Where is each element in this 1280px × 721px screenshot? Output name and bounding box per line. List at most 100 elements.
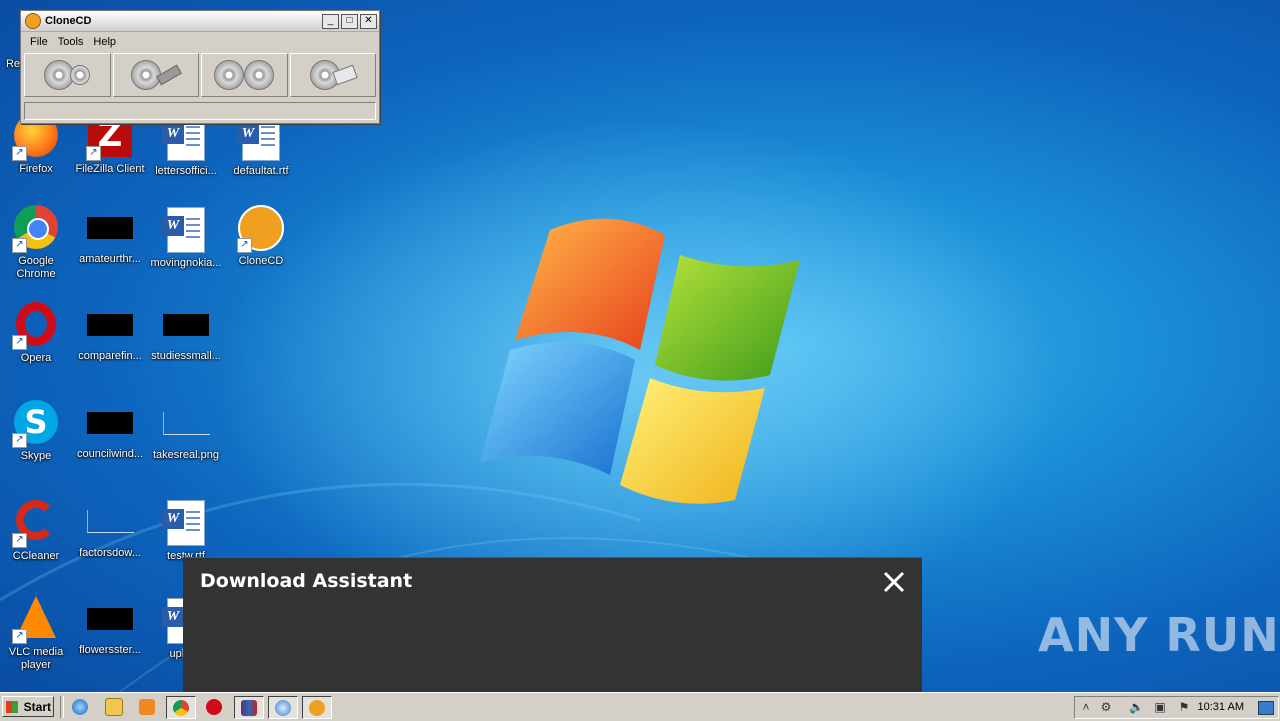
start-label: Start: [23, 700, 51, 714]
desktop-icon-label: Opera: [20, 352, 52, 364]
desktop-icon[interactable]: takesreal.png: [149, 400, 223, 462]
desktop-icon-label: defaultat.rtf: [233, 165, 289, 177]
clonecd-icon: [309, 699, 325, 716]
network-icon[interactable]: ▣: [1153, 700, 1167, 714]
system-tray: ˄ ⚙ 🔈 ▣ ⚑ 10:31 AM: [1074, 696, 1279, 719]
menu-help[interactable]: Help: [88, 36, 121, 48]
desktop-icon-label: comparefin...: [78, 350, 142, 362]
desktop-icon[interactable]: ↗ CloneCD: [224, 205, 298, 268]
shortcut-arrow-icon: ↗: [12, 335, 27, 350]
clonecd-toolbar: [21, 51, 379, 99]
redacted-thumbnail: [87, 314, 133, 336]
shortcut-arrow-icon: ↗: [237, 238, 252, 253]
desktop-icon[interactable]: ↗ CCleaner: [0, 498, 73, 563]
shortcut-arrow-icon: ↗: [12, 533, 27, 548]
desktop-icon[interactable]: ↗ Google Chrome: [0, 205, 73, 281]
desktop-icon-label: FileZilla Client: [75, 163, 145, 175]
minimize-button[interactable]: _: [322, 13, 339, 29]
shortcut-arrow-icon: ↗: [12, 238, 27, 253]
desktop-icon[interactable]: Wmovingnokia...: [149, 205, 223, 270]
menu-file[interactable]: File: [25, 36, 53, 48]
close-icon[interactable]: [882, 570, 906, 594]
taskbar-media-player[interactable]: [133, 696, 161, 717]
desktop-icon-label: CloneCD: [238, 255, 284, 267]
taskbar-opera[interactable]: [200, 696, 228, 717]
write-cd-button[interactable]: [112, 53, 199, 97]
desktop-icon-label: movingnokia...: [150, 257, 222, 269]
chrome-icon: ↗: [12, 205, 60, 253]
anyrun-watermark: ANY RUN: [1038, 608, 1280, 662]
shortcut-arrow-icon: ↗: [86, 146, 101, 161]
desktop-icon[interactable]: Wtestw.rtf: [149, 498, 223, 563]
action-center-flag-icon[interactable]: ⚑: [1177, 700, 1191, 714]
blank-file-icon: [86, 510, 134, 533]
taskbar-chrome[interactable]: [166, 696, 196, 719]
ccleaner-icon: ↗: [12, 500, 60, 548]
desktop-icon[interactable]: amateurthr...: [73, 205, 147, 266]
desktop-icon-label: factorsdow...: [79, 547, 141, 559]
show-desktop-icon[interactable]: [1258, 701, 1274, 715]
windows-logo: [480, 218, 800, 504]
taskbar-ie[interactable]: [66, 696, 94, 717]
word-document-icon: W: [162, 500, 210, 548]
start-button[interactable]: Start: [2, 696, 54, 717]
desktop-icon-label: takesreal.png: [152, 449, 220, 461]
desktop-icon[interactable]: ↗ Opera: [0, 302, 73, 365]
taskbar-winrar[interactable]: [234, 696, 264, 719]
blank-file-icon: [162, 412, 210, 435]
desktop-icon[interactable]: flowersster...: [73, 596, 147, 657]
desktop-partial-icon[interactable]: Re: [0, 58, 20, 71]
read-cd-button[interactable]: [24, 53, 111, 97]
desktop-icon-label: VLC media player: [8, 646, 64, 671]
maximize-button[interactable]: □: [341, 13, 358, 29]
desktop-icon[interactable]: ↗ VLC media player: [0, 596, 73, 672]
tray-app-icon[interactable]: ⚙: [1099, 700, 1113, 714]
desktop-icon-label: Skype: [20, 450, 52, 462]
clonecd-window[interactable]: CloneCD _ □ ✕ File Tools Help: [20, 10, 380, 124]
taskbar-explorer[interactable]: [100, 696, 128, 717]
desktop-icon[interactable]: councilwind...: [73, 400, 147, 461]
itunes-icon: [275, 699, 291, 716]
shortcut-arrow-icon: ↗: [12, 433, 27, 448]
desktop-icon[interactable]: studiessmall...: [149, 302, 223, 363]
redacted-thumbnail: [87, 608, 133, 630]
clonecd-menubar: File Tools Help: [21, 32, 379, 51]
opera-icon: ↗: [12, 302, 60, 350]
desktop-icon-label: lettersoffici...: [155, 165, 217, 177]
desktop-icon-label: CCleaner: [12, 550, 60, 562]
menu-tools[interactable]: Tools: [53, 36, 89, 48]
taskbar-clonecd[interactable]: [302, 696, 332, 719]
clonecd-titlebar[interactable]: CloneCD _ □ ✕: [21, 11, 379, 32]
redacted-thumbnail: [163, 314, 209, 336]
taskbar-separator: [60, 696, 64, 718]
disc-icon: [244, 60, 275, 90]
desktop-icon[interactable]: S ↗ Skype: [0, 400, 73, 463]
clonecd-statusbar: [24, 102, 376, 120]
desktop-icon-label: studiessmall...: [151, 350, 221, 362]
desktop-icon-label: flowersster...: [79, 644, 141, 656]
partial-label: Re: [5, 58, 20, 70]
close-button[interactable]: ✕: [360, 13, 377, 29]
copy-cd-button[interactable]: [201, 53, 288, 97]
explorer-icon: [105, 697, 123, 716]
desktop-icon[interactable]: factorsdow...: [73, 498, 147, 560]
download-assistant-panel[interactable]: Download Assistant: [183, 557, 922, 693]
erase-cd-button[interactable]: [289, 53, 376, 97]
vlc-icon: ↗: [12, 596, 60, 644]
desktop-icon[interactable]: comparefin...: [73, 302, 147, 363]
write-image-to-cd-icon: [130, 60, 161, 90]
clonecd-title: CloneCD: [45, 15, 92, 27]
clonecd-icon: [25, 13, 41, 29]
media-player-icon: [139, 698, 155, 715]
volume-icon[interactable]: 🔈: [1129, 700, 1144, 714]
desktop-icon-label: councilwind...: [76, 448, 144, 460]
tray-expand-icon[interactable]: ˄: [1079, 700, 1093, 714]
taskbar-itunes[interactable]: [268, 696, 298, 719]
word-document-icon: W: [162, 207, 210, 255]
internet-explorer-icon: [72, 698, 88, 715]
clock[interactable]: 10:31 AM: [1198, 701, 1244, 713]
taskbar: Start ˄ ⚙ 🔈 ▣ ⚑ 10:31 AM: [0, 692, 1280, 721]
copy-cd-icon: [214, 60, 245, 90]
shortcut-arrow-icon: ↗: [12, 146, 27, 161]
clonecd-icon: ↗: [237, 205, 285, 253]
